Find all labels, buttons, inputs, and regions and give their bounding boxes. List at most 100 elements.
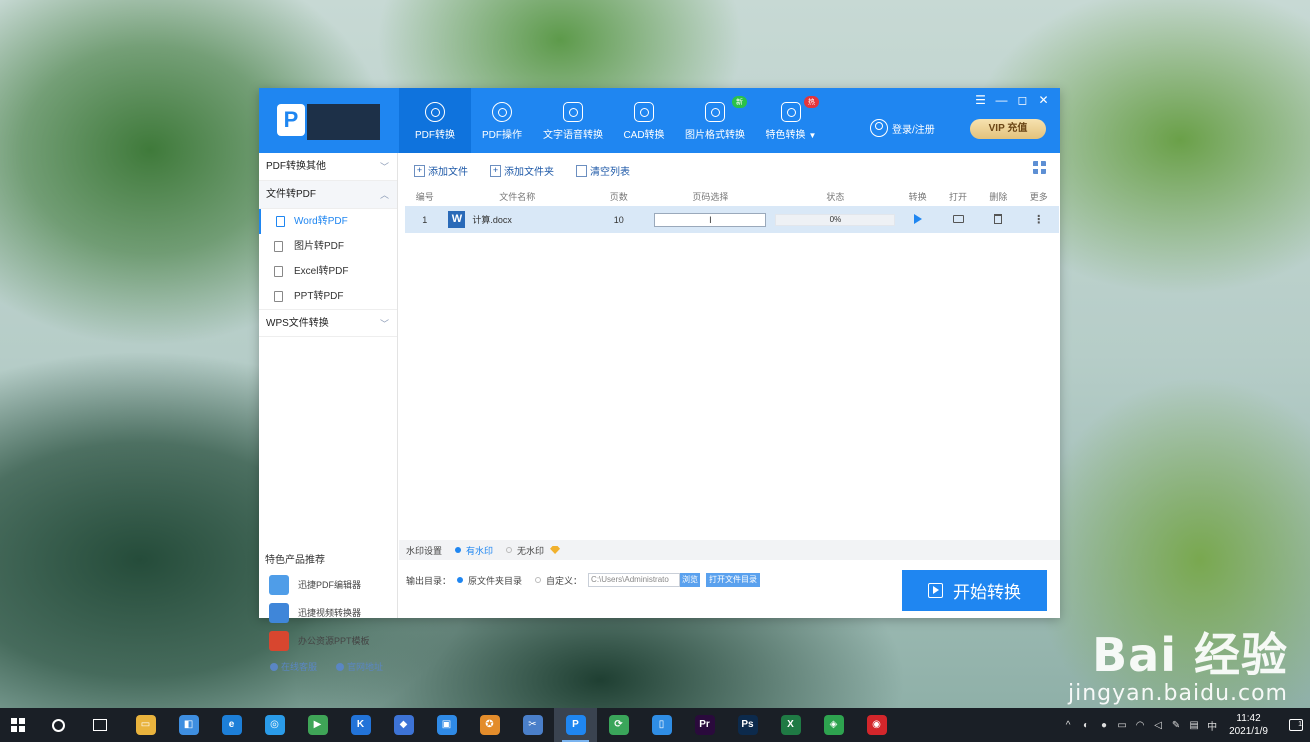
taskbar-app-kugou[interactable]: K <box>339 708 382 742</box>
more-button[interactable]: ⋮ <box>1019 214 1059 225</box>
menu-icon[interactable]: ☰ <box>970 93 991 107</box>
tab-text-speech[interactable]: 文字语音转换 <box>533 88 613 153</box>
radio-with-watermark[interactable] <box>455 547 462 553</box>
official-site-link[interactable]: 官网地址 <box>336 660 383 673</box>
sidebar-item-excel-to-pdf[interactable]: Excel转PDF <box>259 259 397 284</box>
sidebar-item-word-to-pdf[interactable]: Word转PDF <box>259 209 397 234</box>
tray-app-icon[interactable]: ◐ <box>1077 720 1095 731</box>
tray-overflow-icon[interactable]: ^ <box>1059 720 1077 731</box>
watermark-label: 水印设置 <box>406 545 443 556</box>
start-button[interactable] <box>0 708 36 742</box>
with-watermark-label: 有水印 <box>466 545 494 556</box>
pdf-converter-icon: P <box>565 715 586 735</box>
taskbar-app-file-explorer[interactable]: ▭ <box>124 708 167 742</box>
notification-button[interactable]: 1 <box>1282 708 1310 742</box>
keyboard-icon[interactable]: ▤ <box>1185 720 1203 731</box>
section-label: 文件转PDF <box>266 189 316 200</box>
output-path-input[interactable]: C:\Users\Administrato <box>588 573 681 587</box>
add-folder-icon: + <box>490 164 501 177</box>
taskbar-app-photoshop[interactable]: Ps <box>726 708 769 742</box>
search-button[interactable] <box>36 718 80 732</box>
header-cell: 页码选择 <box>692 191 729 202</box>
tab-image-format[interactable]: 新 图片格式转换 <box>675 88 755 153</box>
tab-special-convert[interactable]: 热 特色转换 ▼ <box>755 88 827 153</box>
sidebar-item-ppt-to-pdf[interactable]: PPT转PDF <box>259 284 397 309</box>
online-service-link[interactable]: 在线客服 <box>270 660 317 673</box>
close-icon[interactable]: ✕ <box>1033 93 1054 107</box>
convert-icon <box>425 102 445 122</box>
vip-recharge-button[interactable]: VIP 充值 <box>970 119 1046 139</box>
add-file-button[interactable]: + 添加文件 <box>414 163 468 178</box>
minimize-icon[interactable]: — <box>991 93 1012 107</box>
pen-icon[interactable]: ✎ <box>1167 720 1185 731</box>
radio-without-watermark[interactable] <box>506 547 513 553</box>
volume-icon[interactable]: ◁ <box>1149 720 1167 731</box>
delete-button[interactable] <box>978 213 1018 226</box>
output-settings: 输出目录： 原文件夹目录 自定义： C:\Users\Administrato … <box>406 573 761 587</box>
taskbar-app-store[interactable]: ◧ <box>167 708 210 742</box>
page-range-input[interactable]: I <box>654 212 767 227</box>
taskbar-app-video[interactable]: ▶ <box>296 708 339 742</box>
open-button[interactable] <box>938 214 978 225</box>
taskbar-app-feishu[interactable]: ◆ <box>382 708 425 742</box>
new-badge: 新 <box>732 96 747 108</box>
header-cell: 删除 <box>989 191 1008 202</box>
start-convert-button[interactable]: 开始转换 <box>902 570 1047 611</box>
taskbar-app-pdf-converter[interactable]: P <box>554 708 597 742</box>
button-label: 清空列表 <box>590 167 630 178</box>
trash-icon <box>576 164 587 177</box>
wifi-icon[interactable]: ◠ <box>1131 720 1149 731</box>
store-icon: ◧ <box>178 715 199 735</box>
tab-pdf-convert[interactable]: PDF转换 <box>399 88 471 153</box>
maximize-icon[interactable]: ◻ <box>1012 93 1033 107</box>
chevron-down-icon: ﹀ <box>379 319 389 329</box>
sidebar: PDF转换其他 ﹀ 文件转PDF ︿ Word转PDF 图片转PDF Excel… <box>259 153 398 672</box>
sidebar-section-wps[interactable]: WPS文件转换 ﹀ <box>259 309 397 337</box>
taskbar-app-premiere[interactable]: Pr <box>683 708 726 742</box>
link-label: 官网地址 <box>347 662 384 672</box>
clear-list-button[interactable]: 清空列表 <box>576 163 630 178</box>
premiere-icon: Pr <box>694 715 715 735</box>
radio-custom-folder[interactable] <box>535 577 542 583</box>
taskbar-app-capture[interactable]: ✂ <box>511 708 554 742</box>
taskbar-app-cube[interactable]: ◈ <box>812 708 855 742</box>
window-controls: ☰ — ◻ ✕ <box>970 93 1054 107</box>
promo-pdf-editor[interactable]: 迅捷PDF编辑器 <box>269 574 361 596</box>
task-view-button[interactable] <box>80 719 120 731</box>
taskbar-app-screen[interactable]: ▣ <box>425 708 468 742</box>
app-logo-icon: P <box>277 104 305 136</box>
open-directory-button[interactable]: 打开文件目录 <box>706 573 761 587</box>
wechat-icon[interactable]: ● <box>1095 720 1113 731</box>
sidebar-section-pdf-other[interactable]: PDF转换其他 ﹀ <box>259 153 397 181</box>
sidebar-item-image-to-pdf[interactable]: 图片转PDF <box>259 234 397 259</box>
windows-logo-icon <box>11 718 25 732</box>
ime-indicator[interactable]: 中 <box>1203 718 1221 733</box>
caret-down-icon: ▼ <box>808 131 817 140</box>
header-cell: 更多 <box>1029 191 1048 202</box>
promo-title: 特色产品推荐 <box>265 555 325 566</box>
taskbar-app-game[interactable]: ✪ <box>468 708 511 742</box>
section-label: WPS文件转换 <box>266 318 329 329</box>
taskbar-app-sync[interactable]: ⟳ <box>597 708 640 742</box>
clock[interactable]: 11:42 2021/1/9 <box>1229 712 1268 738</box>
taskbar-app-excel[interactable]: X <box>769 708 812 742</box>
browse-button[interactable]: 浏览 <box>680 573 701 587</box>
table-row[interactable]: 1 W 计算.docx 10 I 0% ⋮ <box>405 206 1059 233</box>
radio-original-folder[interactable] <box>457 577 464 583</box>
file-toolbar: + 添加文件 + 添加文件夹 清空列表 <box>414 163 652 178</box>
taskbar-app-netease-music[interactable]: ◉ <box>855 708 898 742</box>
taskbar-app-browser[interactable]: ◎ <box>253 708 296 742</box>
convert-button[interactable] <box>897 213 937 226</box>
taskbar-app-edge[interactable]: e <box>210 708 253 742</box>
taskbar-app-phone[interactable]: ▯ <box>640 708 683 742</box>
grid-view-icon[interactable] <box>1033 161 1046 174</box>
tab-cad-convert[interactable]: CAD转换 <box>613 88 675 153</box>
login-button[interactable]: 登录/注册 <box>870 119 935 137</box>
tab-pdf-operate[interactable]: PDF操作 <box>471 88 533 153</box>
slides-icon <box>274 291 283 302</box>
sidebar-section-file-to-pdf[interactable]: 文件转PDF ︿ <box>259 181 397 209</box>
add-folder-button[interactable]: + 添加文件夹 <box>490 163 554 178</box>
promo-ppt-templates[interactable]: 办公资源PPT模板 <box>269 630 370 652</box>
battery-icon[interactable]: ▭ <box>1113 720 1131 731</box>
promo-video-converter[interactable]: 迅捷视频转换器 <box>269 602 361 624</box>
